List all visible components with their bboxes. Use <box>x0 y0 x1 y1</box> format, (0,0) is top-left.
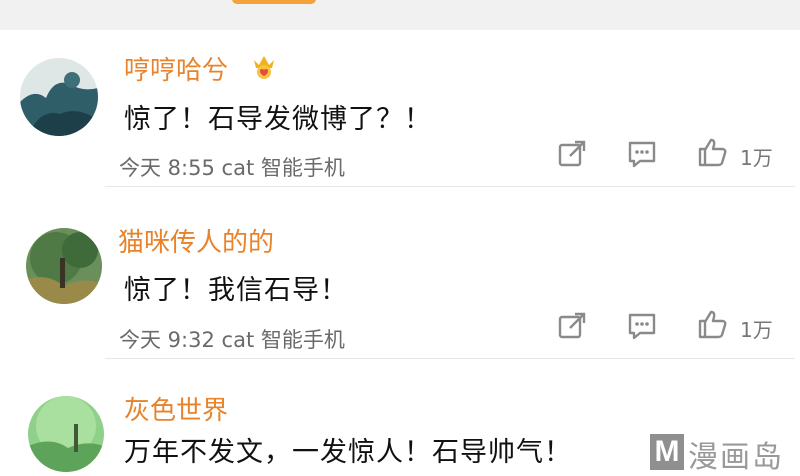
crown-heart-badge-icon <box>254 56 274 79</box>
comment-time: 今天 9:32 <box>119 328 215 352</box>
watermark-text: 漫画岛 <box>688 440 784 475</box>
like-count: 1万 <box>740 146 773 170</box>
comment-meta: 今天 8:55 cat 智能手机 <box>119 152 345 182</box>
comment-text: 惊了！我信石导！ <box>124 275 348 306</box>
top-strip <box>0 0 800 30</box>
comment-text: 惊了！石导发微博了？！ <box>124 104 432 135</box>
divider <box>105 358 795 359</box>
avatar[interactable] <box>20 58 98 136</box>
avatar[interactable] <box>28 396 104 472</box>
comment-icon[interactable] <box>626 310 658 342</box>
divider <box>105 186 795 187</box>
comment-meta: 今天 9:32 cat 智能手机 <box>119 324 345 354</box>
comment-text: 万年不发文，一发惊人！石导帅气！ <box>124 437 572 468</box>
thumbs-up-icon[interactable] <box>696 308 728 340</box>
thumbs-up-icon[interactable] <box>696 136 728 168</box>
username[interactable]: 灰色世界 <box>124 390 228 427</box>
username[interactable]: 猫咪传人的的 <box>118 222 274 259</box>
avatar[interactable] <box>26 228 102 304</box>
watermark-logo: M 漫画岛 <box>650 428 800 475</box>
watermark-m-icon: M <box>650 434 684 470</box>
share-icon[interactable] <box>556 138 588 170</box>
comment-time: 今天 8:55 <box>119 156 215 180</box>
comment-device: cat 智能手机 <box>221 328 345 352</box>
orange-tab-indicator <box>232 0 316 4</box>
like-count: 1万 <box>740 318 773 342</box>
comment-icon[interactable] <box>626 138 658 170</box>
username[interactable]: 哼哼哈兮 <box>124 50 228 87</box>
share-icon[interactable] <box>556 310 588 342</box>
comment-device: cat 智能手机 <box>221 156 345 180</box>
